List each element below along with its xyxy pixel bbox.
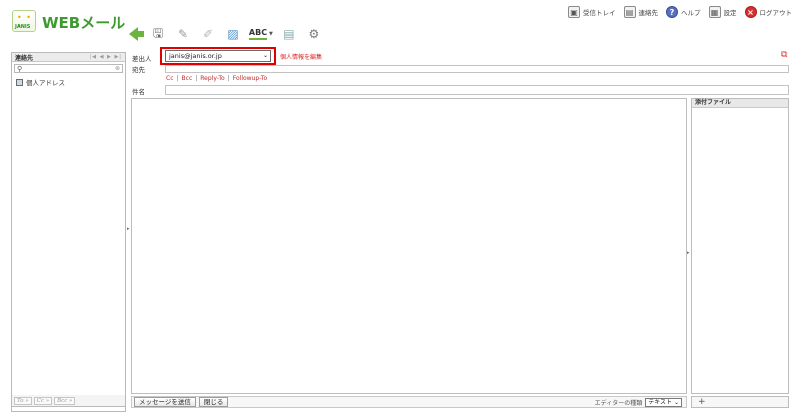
cc-link[interactable]: Cc xyxy=(166,75,174,82)
attach-button[interactable]: ✎ xyxy=(174,25,192,43)
from-label: 差出人 xyxy=(132,55,152,63)
inbox-label: 受信トレイ xyxy=(583,9,616,17)
left-splitter[interactable]: ▸ xyxy=(127,226,130,232)
close-button[interactable]: 閉じる xyxy=(198,397,229,407)
attachments-panel: 添付ファイル xyxy=(691,98,789,394)
logo: • • • JANIS xyxy=(12,10,36,32)
image-icon: ▨ xyxy=(227,27,239,41)
send-button[interactable]: メッセージを送信 xyxy=(134,397,196,407)
gear-icon: ⚙ xyxy=(308,27,320,41)
separator: | xyxy=(227,75,230,82)
header-links: Cc | Bcc | Reply-To | Followup-To xyxy=(166,75,267,82)
paperclip-icon: ✎ xyxy=(177,27,189,41)
popout-icon[interactable]: ⧉ xyxy=(781,50,787,60)
document-icon: ▤ xyxy=(283,27,295,41)
top-nav: ▣ 受信トレイ ▤ 連絡先 ? ヘルプ ▦ 設定 × ログアウト xyxy=(568,6,792,18)
options-button[interactable]: ⚙ xyxy=(305,25,323,43)
back-arrow-icon xyxy=(128,27,144,41)
spellcheck-button[interactable]: ABC xyxy=(248,25,268,43)
address-book-label: 個人アドレス xyxy=(26,79,65,87)
address-book-icon xyxy=(16,78,23,86)
priority-button[interactable]: ▤ xyxy=(280,25,298,43)
highlight-box xyxy=(160,47,276,65)
contacts-panel: 連絡先 |◀ ◀ ▶ ▶| ⚲ ⊗ 個人アドレス xyxy=(11,52,126,412)
plus-icon: + xyxy=(698,397,706,407)
followup-to-link[interactable]: Followup-To xyxy=(233,75,267,82)
settings-icon: ▦ xyxy=(708,6,721,18)
to-label: 宛先 xyxy=(132,66,145,74)
inbox-icon: ▣ xyxy=(568,6,580,18)
add-attachment-button[interactable]: + xyxy=(691,396,789,408)
add-cc-button[interactable]: Cc » xyxy=(33,396,53,405)
add-to-button[interactable]: To » xyxy=(14,396,32,405)
logout-icon: × xyxy=(744,6,757,18)
editor-type-select[interactable]: テキスト ⌄ xyxy=(645,398,682,407)
save-draft-button[interactable]: 🖫 xyxy=(149,25,167,43)
help-label: ヘルプ xyxy=(681,9,701,17)
separator: | xyxy=(176,75,179,82)
signature-button[interactable]: ✐ xyxy=(199,25,217,43)
editor-type-value: テキスト xyxy=(648,399,673,406)
compose-footer: メッセージを送信 閉じる エディターの種類 テキスト ⌄ xyxy=(131,396,687,408)
clear-search-icon[interactable]: ⊗ xyxy=(115,65,120,73)
insert-image-button[interactable]: ▨ xyxy=(224,25,242,43)
attachments-title: 添付ファイル xyxy=(692,99,788,108)
contacts-pager[interactable]: |◀ ◀ ▶ ▶| xyxy=(89,54,122,60)
logout-link[interactable]: × ログアウト xyxy=(744,6,793,18)
to-field[interactable] xyxy=(165,65,789,73)
sidebar-item-personal-addresses[interactable]: 個人アドレス xyxy=(12,75,125,89)
edit-identity-link[interactable]: 個人情報を編集 xyxy=(280,52,322,61)
contacts-link[interactable]: ▤ 連絡先 xyxy=(623,6,659,18)
subject-field[interactable] xyxy=(165,85,789,95)
search-icon: ⚲ xyxy=(17,65,23,73)
help-icon: ? xyxy=(666,6,678,18)
message-body-textarea[interactable] xyxy=(131,98,687,394)
logo-text: JANIS xyxy=(15,24,31,30)
address-book-icon: ▤ xyxy=(623,6,636,18)
separator: | xyxy=(195,75,198,82)
subject-label: 件名 xyxy=(132,88,145,96)
contacts-search-input[interactable]: ⚲ ⊗ xyxy=(14,64,123,73)
recipient-buttons: To » Cc » Bcc » xyxy=(11,395,126,407)
add-bcc-button[interactable]: Bcc » xyxy=(54,396,76,405)
logout-label: ログアウト xyxy=(759,9,793,17)
save-icon: 🖫 xyxy=(152,25,164,40)
editor-type-label: エディターの種類 xyxy=(594,400,643,407)
right-splitter[interactable]: ▸ xyxy=(687,250,690,256)
editor-type: エディターの種類 テキスト ⌄ xyxy=(595,398,682,407)
chevron-down-icon: ⌄ xyxy=(673,399,679,406)
contacts-panel-title: 連絡先 xyxy=(15,54,34,62)
compose-toolbar: 🖫 ✎ ✐ ▨ ABC ▼ ▤ ⚙ xyxy=(124,25,323,43)
contacts-panel-header: 連絡先 |◀ ◀ ▶ ▶| xyxy=(12,53,125,62)
contacts-label: 連絡先 xyxy=(638,9,659,17)
back-button[interactable] xyxy=(124,25,144,43)
spellcheck-icon: ABC xyxy=(248,28,268,40)
app-title: WEBメール xyxy=(42,14,126,32)
settings-label: 設定 xyxy=(723,9,737,17)
spellcheck-dropdown-icon[interactable]: ▼ xyxy=(269,31,273,37)
inbox-link[interactable]: ▣ 受信トレイ xyxy=(568,6,616,18)
reply-to-link[interactable]: Reply-To xyxy=(200,75,224,82)
signature-icon: ✐ xyxy=(202,27,214,41)
settings-link[interactable]: ▦ 設定 xyxy=(708,6,737,18)
bcc-link[interactable]: Bcc xyxy=(182,75,193,82)
help-link[interactable]: ? ヘルプ xyxy=(666,6,701,18)
